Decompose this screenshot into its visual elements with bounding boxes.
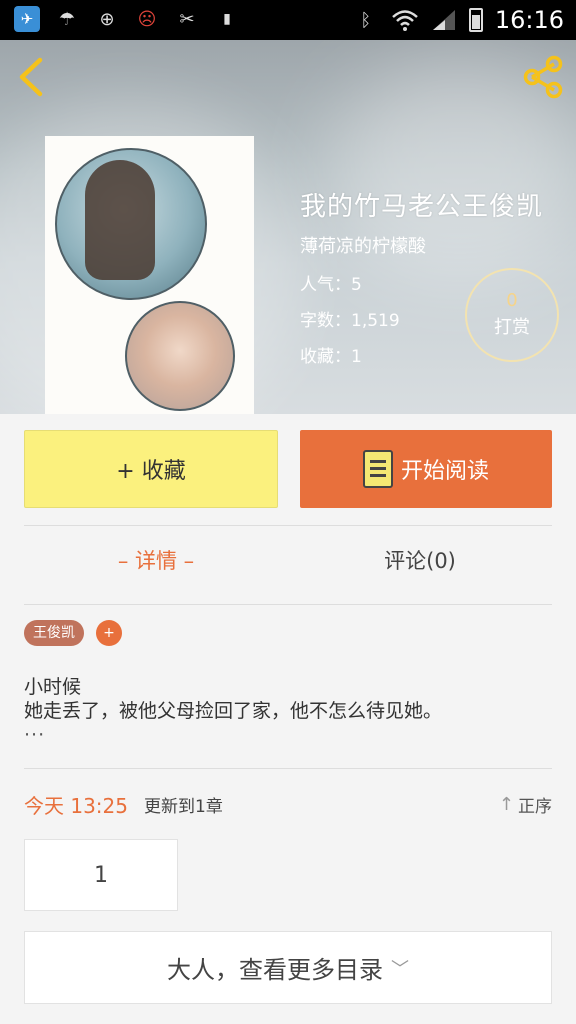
notification-icons: ✈ ☂ ⊕ ☹ ✂ ▮ — [14, 6, 240, 32]
book-cover[interactable] — [45, 136, 254, 414]
favorites-stat: 收藏：1 — [300, 347, 362, 367]
weather-rain-icon: ☂ — [58, 8, 76, 30]
divider — [24, 604, 552, 605]
status-bar: ✈ ☂ ⊕ ☹ ✂ ▮ ᛒ 16:16 — [0, 0, 576, 40]
synopsis-line: 小时候 — [24, 676, 82, 698]
book-icon — [362, 450, 393, 488]
book-header: 我的竹马老公王俊凯 薄荷凉的柠檬酸 人气：5 字数：1,519 收藏：1 0 打… — [0, 40, 576, 414]
system-icons: ᛒ 16:16 — [353, 4, 564, 36]
app-icon: ✈ — [14, 6, 40, 32]
book-synopsis[interactable]: 小时候 她走丢了，被他父母捡回了家，他不怎么待见她。 ··· — [24, 675, 552, 747]
wifi-icon — [391, 10, 418, 31]
signal-icon — [432, 10, 455, 30]
add-to-favorites-button[interactable]: + 收藏 — [24, 430, 278, 508]
lock-icon: ▮ — [223, 11, 231, 27]
battery-icon — [468, 8, 483, 32]
sort-order-toggle[interactable]: ↑ 正序 — [499, 792, 552, 817]
popularity-stat: 人气：5 — [300, 275, 362, 295]
chapter-item[interactable]: 1 — [24, 839, 178, 911]
add-tag-button[interactable]: + — [96, 620, 122, 646]
tip-label: 打赏 — [494, 317, 530, 338]
view-more-label: 大人，查看更多目录 — [167, 956, 383, 984]
tab-comments[interactable]: 评论(0) — [288, 545, 552, 575]
start-reading-button[interactable]: 开始阅读 — [300, 430, 552, 508]
add-circle-icon: ⊕ — [99, 8, 115, 30]
expand-ellipsis[interactable]: ··· — [24, 723, 552, 747]
view-more-catalog-button[interactable]: 大人，查看更多目录 ﹀ — [24, 931, 552, 1004]
book-title: 我的竹马老公王俊凯 — [300, 192, 544, 222]
arrow-up-icon: ↑ — [498, 794, 514, 815]
tab-detail[interactable]: – 详情 – — [24, 545, 288, 575]
tag-chip[interactable]: 王俊凯 — [24, 620, 84, 646]
sad-face-icon: ☹ — [137, 8, 157, 30]
share-button[interactable] — [520, 54, 566, 100]
clock: 16:16 — [494, 6, 564, 34]
update-time: 今天 13:25 — [24, 794, 128, 818]
update-status: 更新到1章 — [144, 797, 223, 817]
divider — [24, 525, 552, 526]
cover-illustration-boy — [125, 301, 235, 411]
divider — [24, 768, 552, 769]
book-author[interactable]: 薄荷凉的柠檬酸 — [300, 232, 426, 258]
synopsis-line: 她走丢了，被他父母捡回了家，他不怎么待见她。 — [24, 700, 443, 722]
sort-label: 正序 — [518, 797, 552, 817]
chevron-down-icon: ﹀ — [391, 958, 409, 980]
start-reading-label: 开始阅读 — [400, 459, 489, 484]
tools-icon: ✂ — [179, 8, 195, 30]
word-count-stat: 字数：1,519 — [300, 311, 400, 331]
bluetooth-icon: ᛒ — [360, 9, 372, 31]
tip-button[interactable]: 0 打赏 — [465, 268, 559, 362]
tip-count: 0 — [506, 290, 518, 311]
back-button[interactable] — [14, 56, 50, 98]
